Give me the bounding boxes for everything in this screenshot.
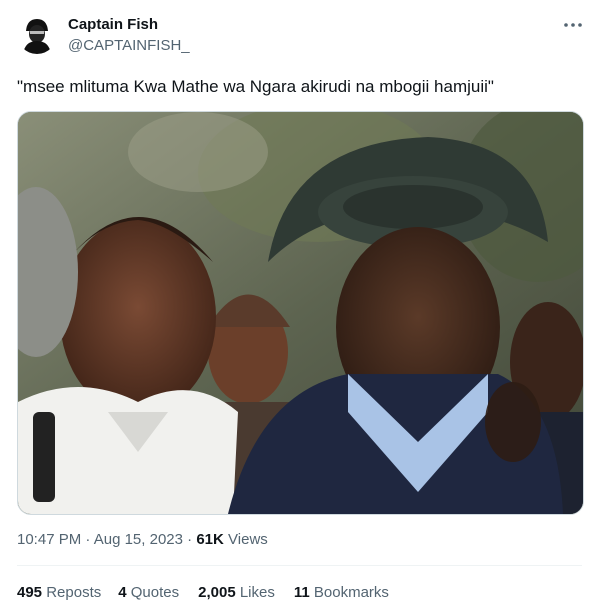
- bookmarks-count: 11: [293, 584, 310, 601]
- quotes-label: Quotes: [130, 584, 180, 601]
- tweet-meta: 10:47 PM · Aug 15, 2023 · 61K Views: [17, 531, 268, 548]
- more-horizontal-icon: [564, 23, 582, 27]
- views-label: Views: [228, 531, 268, 548]
- tweet-date[interactable]: Aug 15, 2023: [94, 531, 183, 548]
- likes-label: Likes: [239, 584, 275, 601]
- views-count: 61K: [196, 531, 224, 548]
- reposts-label: Reposts: [46, 584, 102, 601]
- engagement-stats: 495 Reposts 4 Quotes 2,005 Likes 11 Book…: [17, 584, 389, 601]
- author-handle[interactable]: @CAPTAINFISH_: [68, 37, 190, 54]
- tweet: Captain Fish @CAPTAINFISH_ "msee mlituma…: [0, 0, 599, 616]
- photo-image: [18, 112, 583, 514]
- reposts-stat[interactable]: 495 Reposts: [17, 584, 101, 601]
- likes-count: 2,005: [198, 584, 236, 601]
- reposts-count: 495: [17, 584, 43, 601]
- more-options-button[interactable]: [558, 14, 588, 36]
- bookmarks-label: Bookmarks: [313, 584, 389, 601]
- quotes-count: 4: [118, 584, 127, 601]
- divider: [17, 565, 582, 566]
- likes-stat[interactable]: 2,005 Likes: [198, 584, 275, 601]
- avatar[interactable]: [17, 14, 57, 54]
- meta-separator: ·: [85, 531, 91, 548]
- bookmarks-stat[interactable]: 11 Bookmarks: [294, 584, 389, 601]
- meta-separator: ·: [187, 531, 193, 548]
- tweet-photo[interactable]: [17, 111, 584, 515]
- masked-avatar-icon: [17, 14, 57, 54]
- tweet-text: "msee mlituma Kwa Mathe wa Ngara akirudi…: [17, 77, 494, 96]
- tweet-time[interactable]: 10:47 PM: [17, 531, 81, 548]
- author-name[interactable]: Captain Fish: [68, 16, 158, 33]
- quotes-stat[interactable]: 4 Quotes: [118, 584, 179, 601]
